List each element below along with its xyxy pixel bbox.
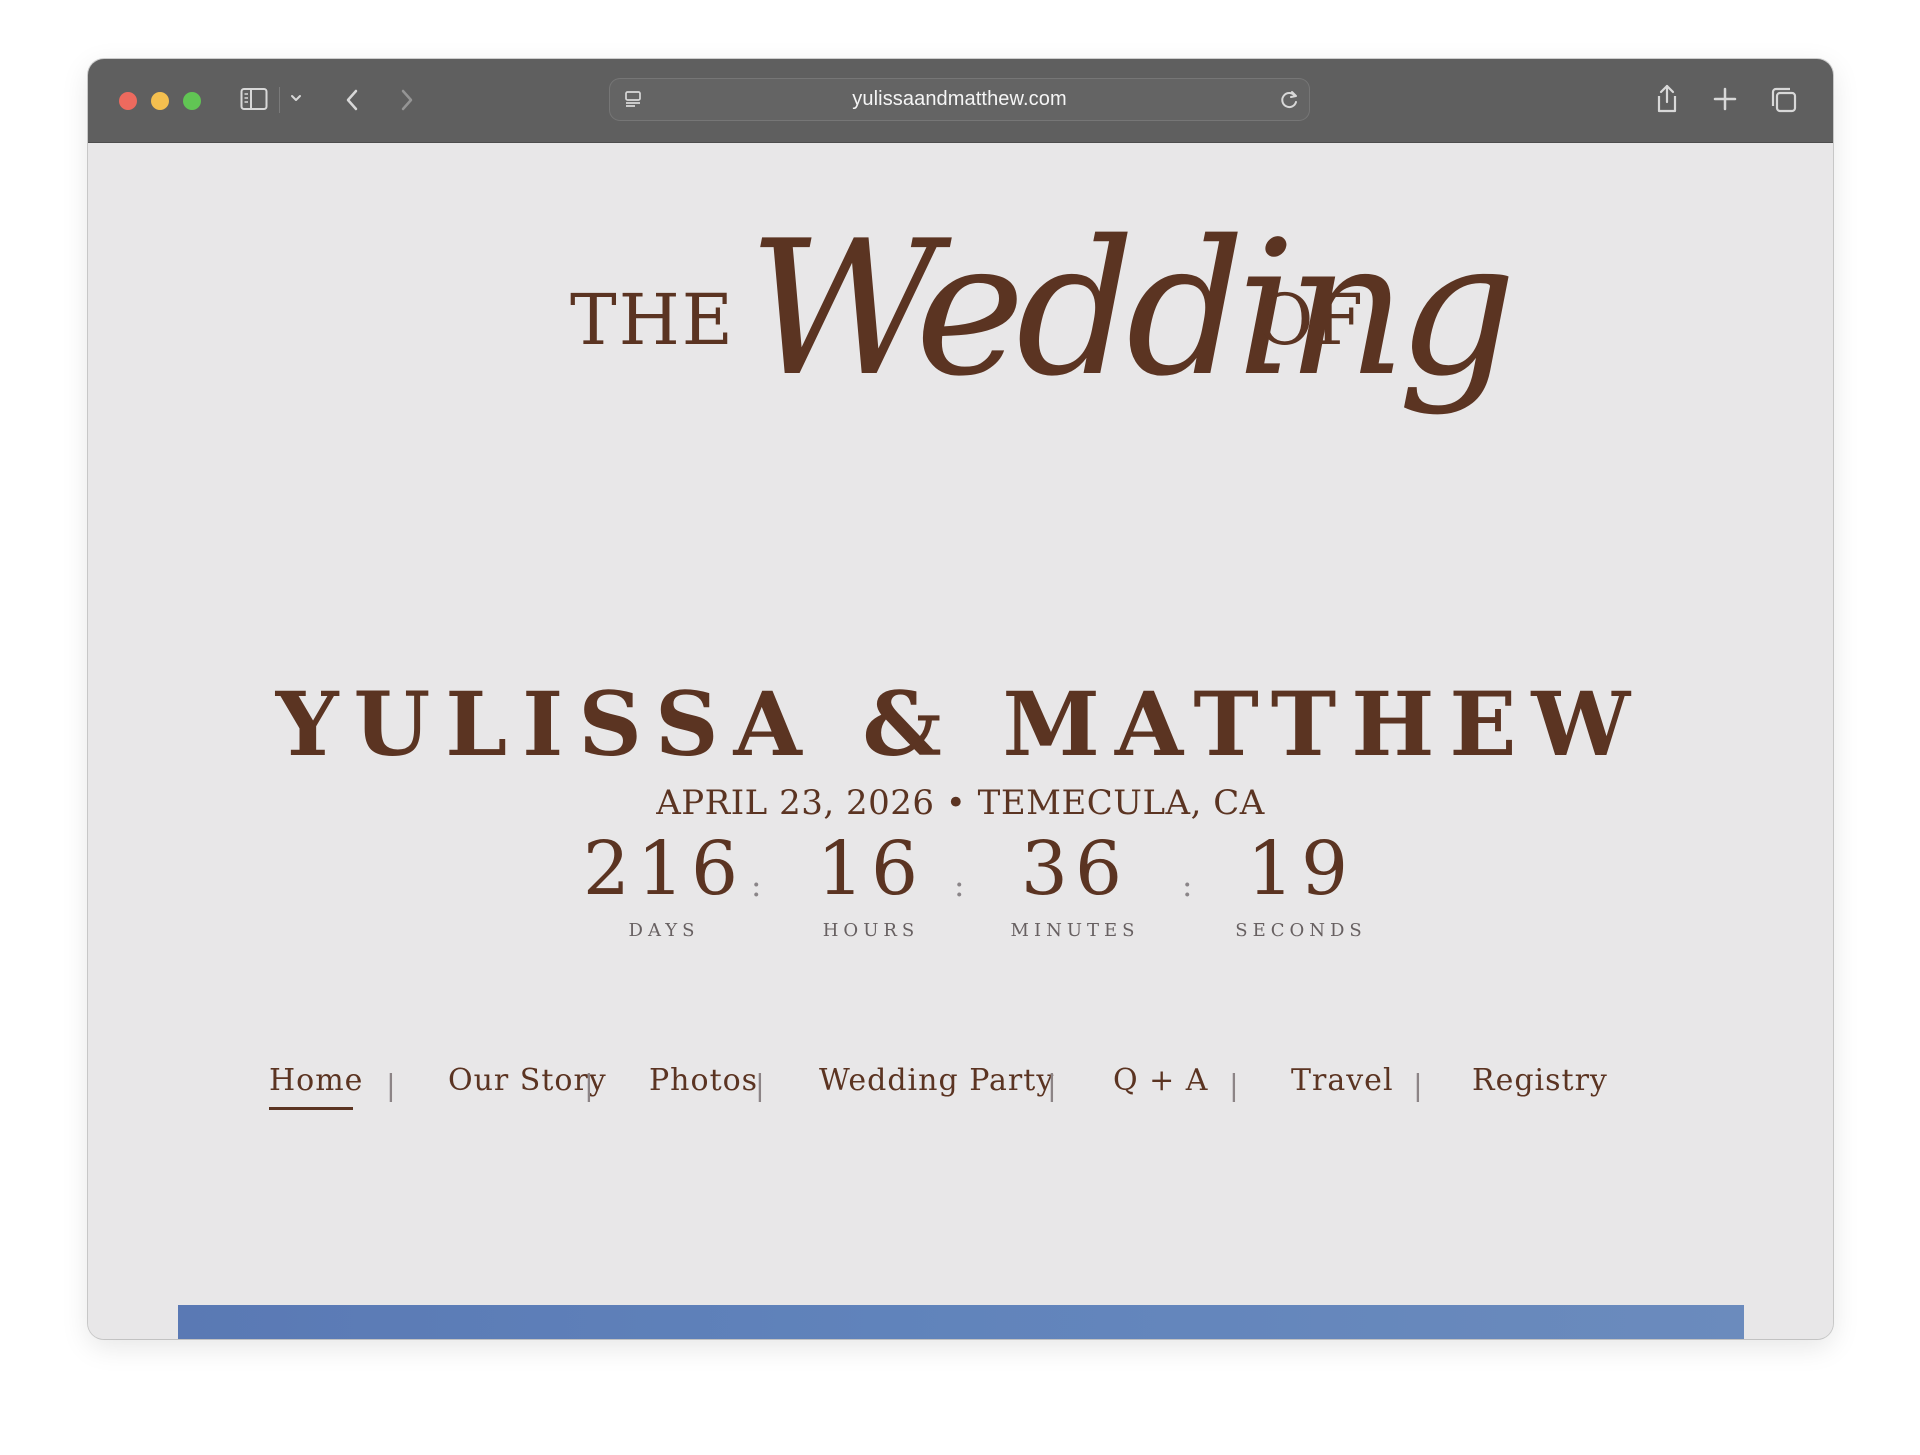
tabs-icon[interactable] — [1769, 86, 1799, 114]
countdown-seconds: 19 SECONDS — [1206, 832, 1396, 940]
wedding-script-title: Wedding — [748, 200, 1518, 437]
nav-travel[interactable]: Travel — [1291, 1066, 1394, 1096]
nav-wedding-party[interactable]: Wedding Party — [819, 1066, 1054, 1096]
hours-label: HOURS — [822, 920, 920, 941]
countdown-separator: : — [954, 868, 965, 904]
nav-divider: | — [755, 1068, 765, 1102]
nav-divider: | — [1413, 1068, 1423, 1102]
wedding-home-page: THE Wedding OF YULISSA & MATTHEW APRIL 2… — [88, 143, 1833, 1339]
reload-icon[interactable] — [1278, 88, 1300, 110]
nav-divider: | — [1229, 1068, 1239, 1102]
seconds-value: 19 — [1246, 826, 1356, 912]
nav-divider: | — [1047, 1068, 1057, 1102]
hero-image-preview — [178, 1305, 1744, 1339]
couple-names: YULISSA & MATTHEW — [275, 671, 1646, 776]
nav-home-label: Home — [269, 1063, 364, 1098]
wedding-script-text: Wedding — [748, 200, 1509, 417]
browser-toolbar: yulissaandmatthew.com — [88, 59, 1833, 143]
minutes-value: 36 — [1020, 826, 1130, 912]
days-value: 216 — [582, 826, 746, 912]
close-window-button[interactable] — [119, 92, 137, 110]
url-text[interactable]: yulissaandmatthew.com — [609, 88, 1310, 111]
nav-our-story[interactable]: Our Story — [448, 1066, 607, 1096]
wedding-countdown: 216 DAYS : 16 HOURS : 36 MINUTES : 19 SE… — [569, 832, 1369, 952]
hours-value: 16 — [816, 826, 926, 912]
browser-window: yulissaandmatthew.com THE Wedding OF YUL… — [88, 59, 1833, 1339]
countdown-hours: 16 HOURS — [776, 832, 966, 940]
countdown-minutes: 36 MINUTES — [980, 832, 1170, 940]
minutes-label: MINUTES — [1010, 920, 1140, 941]
share-icon[interactable] — [1653, 83, 1681, 115]
days-label: DAYS — [628, 920, 700, 941]
address-bar[interactable]: yulissaandmatthew.com — [609, 78, 1310, 121]
event-date-location: APRIL 23, 2026 • TEMECULA, CA — [656, 783, 1265, 823]
nav-photos[interactable]: Photos — [649, 1066, 758, 1096]
nav-registry[interactable]: Registry — [1472, 1066, 1608, 1096]
seconds-label: SECONDS — [1235, 920, 1367, 941]
nav-divider: | — [584, 1068, 594, 1102]
nav-divider: | — [386, 1068, 396, 1102]
chevron-left-icon[interactable] — [344, 88, 360, 112]
minimize-window-button[interactable] — [151, 92, 169, 110]
title-the: THE — [570, 279, 735, 361]
title-of: OF — [1256, 279, 1364, 361]
plus-icon[interactable] — [1712, 86, 1738, 112]
countdown-separator: : — [751, 868, 762, 904]
main-navigation: Home | Our Story | Photos | Wedding Part… — [269, 1066, 1719, 1126]
nav-q-and-a[interactable]: Q + A — [1113, 1066, 1208, 1096]
countdown-separator: : — [1182, 868, 1193, 904]
zoom-window-button[interactable] — [183, 92, 201, 110]
active-nav-underline — [269, 1107, 353, 1110]
nav-home[interactable]: Home — [269, 1063, 364, 1110]
chevron-down-icon[interactable] — [289, 91, 303, 105]
chevron-right-icon[interactable] — [399, 88, 415, 112]
toolbar-divider — [279, 87, 280, 113]
countdown-days: 216 DAYS — [569, 832, 759, 940]
sidebar-icon[interactable] — [240, 87, 268, 111]
